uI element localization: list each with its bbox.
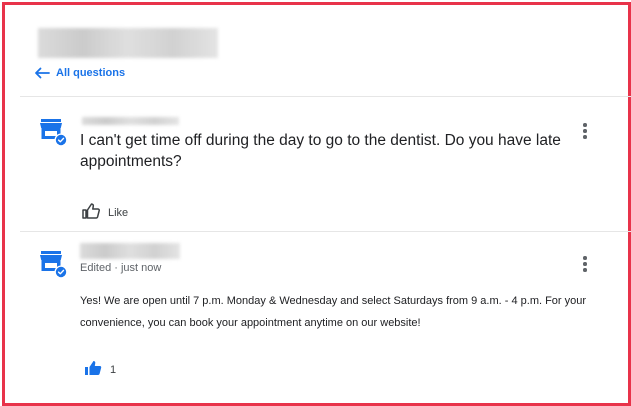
question-text: I can't get time off during the day to g…	[80, 132, 561, 170]
redacted-business-reply-name	[80, 243, 180, 259]
arrow-back-icon	[34, 67, 50, 79]
thumb-up-outline-icon	[82, 203, 100, 222]
like-label: Like	[108, 206, 129, 219]
thumb-up-filled-icon	[84, 360, 102, 379]
redacted-business-name	[38, 28, 218, 58]
answer-meta: Edited · just now	[80, 262, 162, 274]
more-vert-icon[interactable]	[580, 123, 590, 141]
question-like-button[interactable]: Like	[82, 203, 128, 222]
storefront-verified-icon	[38, 249, 68, 279]
redacted-user-name	[82, 117, 179, 125]
like-count: 1	[110, 363, 117, 376]
more-vert-icon[interactable]	[580, 256, 590, 274]
header-divider	[20, 96, 631, 97]
answer-text: Yes! We are open until 7 p.m. Monday & W…	[80, 295, 587, 329]
answer-like-button[interactable]: 1	[84, 360, 116, 379]
answer-divider	[20, 231, 631, 232]
all-questions-link[interactable]: All questions	[34, 67, 125, 79]
storefront-verified-icon	[38, 117, 68, 147]
all-questions-label: All questions	[56, 67, 126, 79]
